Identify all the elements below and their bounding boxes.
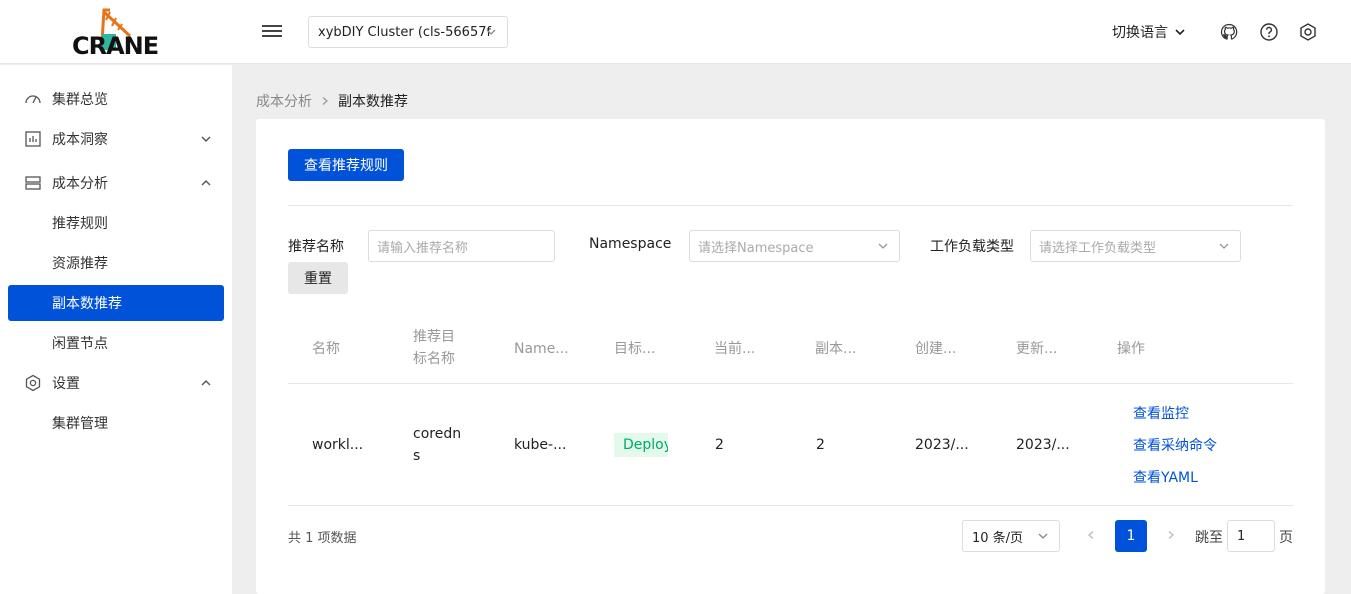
breadcrumb: 成本分析 副本数推荐	[256, 91, 408, 111]
table-header-border	[288, 383, 1293, 384]
view-yaml-link[interactable]: 查看YAML	[1133, 467, 1198, 487]
sidebar-item-label: 集群总览	[52, 92, 108, 108]
chevron-down-icon	[1038, 533, 1048, 539]
cell-updated: 2023/...	[1016, 437, 1070, 453]
settings-icon	[25, 374, 41, 392]
table-bottom-border	[288, 505, 1293, 506]
page-suffix: 页	[1279, 530, 1293, 546]
sidebar-item-label: 资源推荐	[52, 256, 108, 272]
filter-workload-type-label: 工作负载类型	[930, 239, 1014, 255]
sidebar-item-label: 成本洞察	[52, 132, 108, 148]
language-label: 切换语言	[1112, 25, 1168, 41]
prev-page-icon[interactable]	[1086, 530, 1096, 540]
sidebar-item-cost-insight[interactable]: 成本洞察	[8, 121, 224, 157]
cluster-select[interactable]: xybDIY Cluster (cls-56657f	[308, 16, 508, 48]
divider	[288, 205, 1293, 206]
cluster-select-value: xybDIY Cluster (cls-56657f	[318, 24, 492, 40]
sidebar-item-label: 集群管理	[52, 416, 108, 432]
namespace-placeholder: 请选择Namespace	[698, 240, 814, 256]
column-header-target-name: 推荐目标名称	[413, 329, 455, 367]
cell-replicas: 2	[816, 437, 825, 453]
column-header-namespace: Name...	[514, 341, 569, 357]
cell-current: 2	[715, 437, 724, 453]
filter-namespace-label: Namespace	[589, 236, 672, 252]
namespace-select[interactable]: 请选择Namespace	[689, 230, 900, 262]
chevron-right-icon	[322, 97, 328, 105]
reset-button[interactable]: 重置	[288, 262, 348, 294]
cell-namespace: kube-...	[514, 437, 567, 453]
column-header-name: 名称	[312, 341, 340, 357]
chevron-down-icon	[1219, 243, 1229, 249]
breadcrumb-current: 副本数推荐	[338, 94, 408, 110]
dashboard-icon	[25, 95, 41, 104]
page-size-value: 10 条/页	[972, 530, 1024, 546]
sidebar-item-settings[interactable]: 设置	[8, 365, 224, 401]
sidebar-item-recommendation-rules[interactable]: 推荐规则	[8, 205, 224, 241]
sidebar-item-replica-recommendation[interactable]: 副本数推荐	[8, 285, 224, 321]
menu-toggle-button[interactable]	[262, 22, 282, 42]
jump-page-value: 1	[1237, 528, 1246, 544]
view-rules-button[interactable]: 查看推荐规则	[288, 149, 404, 181]
column-header-current: 当前...	[714, 341, 756, 357]
sidebar-item-resource-recommendation[interactable]: 资源推荐	[8, 245, 224, 281]
github-icon[interactable]	[1219, 22, 1239, 42]
sidebar-item-label: 推荐规则	[52, 216, 108, 232]
jump-label: 跳至	[1195, 530, 1223, 546]
column-header-actions: 操作	[1117, 341, 1145, 357]
cell-target-name: coredns	[413, 426, 462, 464]
cell-name: workl...	[312, 437, 364, 453]
chart-icon	[25, 131, 41, 147]
logo-text: CRANE	[72, 32, 159, 60]
layers-icon	[25, 176, 41, 190]
column-header-created: 创建...	[915, 341, 957, 357]
sidebar-item-label: 成本分析	[52, 176, 108, 192]
chevron-down-icon	[878, 243, 888, 249]
view-adopt-command-link[interactable]: 查看采纳命令	[1133, 435, 1217, 455]
workload-type-placeholder: 请选择工作负载类型	[1039, 240, 1157, 256]
workload-type-select[interactable]: 请选择工作负载类型	[1030, 230, 1241, 262]
page-number-current[interactable]: 1	[1115, 520, 1147, 552]
sidebar-item-cluster-overview[interactable]: 集群总览	[8, 81, 224, 117]
sidebar-item-idle-nodes[interactable]: 闲置节点	[8, 325, 224, 361]
filter-name-label: 推荐名称	[288, 239, 344, 255]
breadcrumb-parent[interactable]: 成本分析	[256, 91, 312, 111]
sidebar-item-label: 闲置节点	[52, 336, 108, 352]
settings-icon[interactable]	[1298, 22, 1318, 42]
sidebar: 集群总览 成本洞察 成本分析 推荐规则 资源推荐 副本数推荐 闲置节点 设置 集…	[0, 65, 232, 594]
help-icon[interactable]	[1259, 22, 1279, 42]
column-header-updated: 更新...	[1016, 341, 1058, 357]
chevron-down-icon	[1175, 29, 1185, 36]
view-monitoring-link[interactable]: 查看监控	[1133, 403, 1189, 423]
recommendation-name-input[interactable]: 请输入推荐名称	[368, 230, 555, 262]
chevron-down-icon	[201, 136, 211, 142]
column-header-replicas: 副本...	[815, 341, 857, 357]
column-header-target-type: 目标...	[614, 341, 656, 357]
next-page-icon[interactable]	[1166, 530, 1176, 540]
content-card: 查看推荐规则 推荐名称 请输入推荐名称 Namespace 请选择Namespa…	[256, 119, 1325, 594]
recommendation-name-placeholder: 请输入推荐名称	[377, 240, 469, 256]
total-count: 共 1 项数据	[288, 531, 357, 546]
cell-created: 2023/...	[915, 437, 969, 453]
sidebar-item-cluster-management[interactable]: 集群管理	[8, 405, 224, 441]
chevron-down-icon	[486, 29, 496, 35]
sidebar-item-label: 设置	[52, 376, 80, 392]
chevron-up-icon	[201, 380, 211, 386]
sidebar-item-label: 副本数推荐	[52, 296, 122, 312]
language-switch[interactable]: 切换语言	[1112, 22, 1186, 42]
chevron-up-icon	[201, 180, 211, 186]
jump-page-input[interactable]: 1	[1227, 520, 1275, 552]
page-size-select[interactable]: 10 条/页	[962, 520, 1060, 552]
crane-logo[interactable]: CRANE	[70, 6, 166, 60]
top-header: CRANE xybDIY Cluster (cls-56657f 切换语言	[0, 0, 1351, 64]
workload-type-tag: Deploy	[614, 433, 668, 457]
sidebar-item-cost-analysis[interactable]: 成本分析	[8, 165, 224, 201]
